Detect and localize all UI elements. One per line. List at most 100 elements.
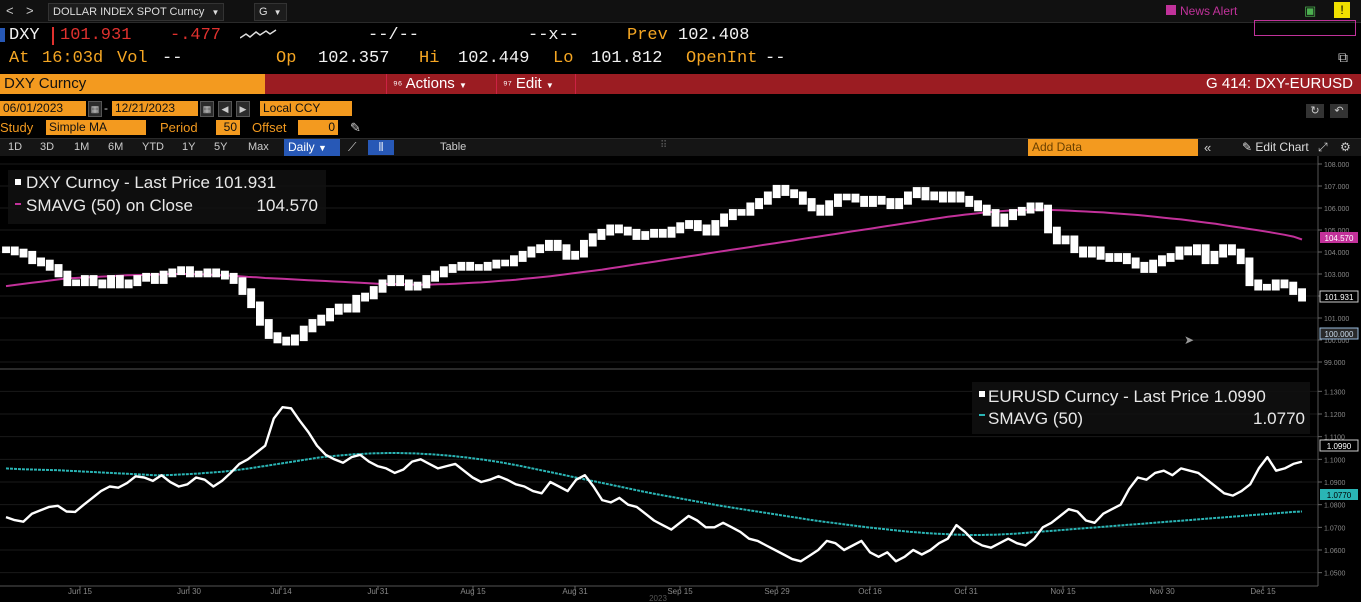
price-chart[interactable]: 108.000107.000106.000105.000104.000103.0… [0,156,1361,602]
dxy-price-bar [334,303,343,315]
legend-dxy-last: DXY Curncy - Last Price 101.931 [26,173,276,192]
back-arrow-icon[interactable]: < [6,2,14,19]
dxy-last-flag-text: 101.931 [1325,293,1354,302]
dxy-price-bar [807,198,816,212]
dxy-price-bar [474,264,483,271]
dxy-price-bar [536,244,545,254]
dxy-price-bar [527,246,536,258]
dxy-price-bar [851,193,860,203]
window-icon[interactable]: ▣ [1304,3,1316,19]
dxy-price-bar [168,268,177,278]
forward-arrow-icon[interactable]: > [26,2,34,19]
legend-eur-sma-value: 1.0770 [1253,409,1305,428]
bar-style-icon[interactable]: ⫼ [368,140,394,155]
study-select[interactable]: Simple MA [46,120,146,135]
range-1d[interactable]: 1D [8,140,22,155]
dxy-price-bar [247,288,256,309]
range-6m[interactable]: 6M [108,140,123,155]
calendar-icon[interactable]: ▦ [88,101,102,117]
pencil-icon: ✎ [1242,140,1253,154]
actions-menu[interactable]: ⁹⁶ Actions ▼ [386,74,473,94]
collapse-icon[interactable]: « [1204,139,1211,156]
x-tick-label: Nov 15 [1050,587,1076,596]
pencil-icon[interactable]: ✎ [350,120,361,136]
legend-swatch-price [15,179,21,185]
high-value: 102.449 [458,49,530,68]
expand-icon[interactable]: ⧉ [1338,51,1348,67]
g-menu-dropdown[interactable]: G ▼ [254,3,287,21]
dxy-price-bar [1035,202,1044,212]
openint-label: OpenInt [686,49,758,68]
openint-value: -- [765,49,786,68]
drag-handle-icon[interactable]: ⠿ [660,140,667,151]
calendar-icon[interactable]: ▦ [200,101,214,117]
security-box[interactable]: DXY Curncy [0,74,265,94]
dxy-price-bar [439,266,448,278]
dxy-price-bar [1079,246,1087,258]
vol-label: Vol [117,49,148,68]
range-3d[interactable]: 3D [40,140,54,155]
gear-icon[interactable]: ⚙ [1340,139,1351,156]
dxy-price-bar [378,279,387,293]
range-1m[interactable]: 1M [74,140,89,155]
dxy-price-bar [1263,283,1271,291]
table-button[interactable]: Table [440,140,466,155]
news-alert-link[interactable]: News Alert [1180,4,1237,18]
dxy-price-bar [518,250,527,262]
currency-select[interactable]: Local CCY [260,101,352,116]
date-separator: - [104,101,108,115]
chevron-down-icon: ▼ [273,8,282,17]
eur-last-flag-text: 1.0990 [1327,442,1352,451]
chevron-down-icon: ▼ [211,8,220,17]
dxy-price-bar [772,184,781,199]
dxy-price-bar [256,301,264,326]
dxy-price-bar [912,187,921,199]
add-data-input[interactable]: Add Data [1028,139,1198,156]
dxy-price-bar [895,198,904,210]
range-max[interactable]: Max [248,140,269,155]
range-5y[interactable]: 5Y [214,140,227,155]
quote-time: 16:03d [42,49,104,68]
period-input[interactable]: 50 [216,120,240,135]
mouse-cursor-icon: ➤ [1184,333,1194,347]
x-tick-label: Oct 16 [858,587,882,596]
y-tick-label: 1.0700 [1324,525,1346,532]
end-date-field[interactable]: 12/21/2023 [112,101,198,116]
offset-input[interactable]: 0 [298,120,338,135]
start-date-field[interactable]: 06/01/2023 [0,101,86,116]
page-title: G 414: DXY-EURUSD [1206,75,1353,92]
undo-icon[interactable]: ↶ [1330,104,1348,118]
alert-icon[interactable]: ! [1334,2,1350,18]
dxy-price-bar [159,270,168,284]
dxy-price-bar [492,259,501,269]
dxy-price-bar [790,189,799,199]
dxy-price-bar [974,200,982,212]
y-tick-label: 1.0500 [1324,571,1346,578]
refresh-icon[interactable]: ↻ [1306,104,1324,118]
dxy-price-bar [194,270,203,278]
last-price: 101.931 [60,26,132,45]
dxy-price-bar [457,261,466,271]
line-chart-icon[interactable]: ⟋ [348,139,356,156]
edit-menu[interactable]: ⁹⁷ Edit ▼ [496,74,560,94]
prev-period-icon[interactable]: ◀ [218,101,232,117]
dxy-price-bar [1166,253,1175,262]
crop-icon[interactable]: ⤢ [1318,139,1328,156]
dxy-sma-flag-text: 104.570 [1325,234,1354,243]
x-tick-label: Jun 15 [68,587,93,596]
dxy-price-bar [80,275,89,287]
edit-chart-button[interactable]: ✎ Edit Chart [1242,139,1309,156]
next-period-icon[interactable]: ▶ [236,101,250,117]
edit-chart-label: Edit Chart [1255,140,1309,154]
range-1y[interactable]: 1Y [182,140,195,155]
dxy-price-bar [991,209,1000,227]
frequency-select[interactable]: Daily ▼ [284,139,340,156]
range-ytd[interactable]: YTD [142,140,164,155]
dxy-price-bar [921,187,930,201]
dxy-price-bar [2,246,10,254]
legend-eur-sma: SMAVG (50) [988,409,1083,428]
dxy-price-bar [98,279,107,289]
security-name-dropdown[interactable]: DOLLAR INDEX SPOT Curncy ▼ [48,3,225,21]
dxy-price-bar [483,261,492,271]
dxy-price-bar [1280,279,1289,289]
